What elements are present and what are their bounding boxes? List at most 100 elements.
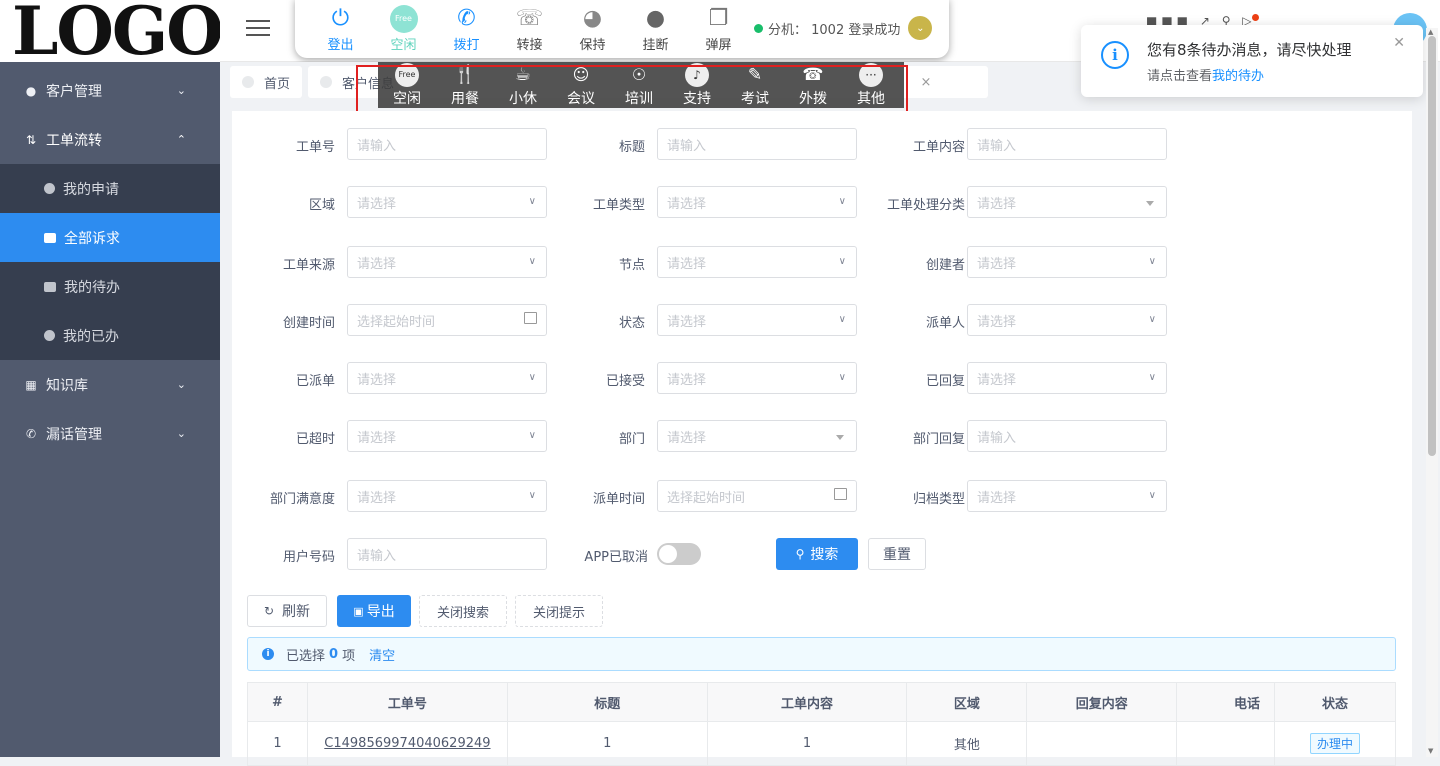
selection-prefix: 已选择 xyxy=(286,648,326,664)
collapse-icon[interactable]: ⌄ xyxy=(908,16,933,40)
caret-down-icon xyxy=(1146,201,1154,206)
status-select[interactable]: 请选择 ∨ xyxy=(657,304,857,336)
close-icon[interactable]: ✕ xyxy=(1393,35,1405,51)
chevron-down-icon: ∨ xyxy=(1148,490,1156,501)
placeholder: 请输入 xyxy=(977,138,1017,154)
menu-customer[interactable]: ● 客户管理 ⌄ xyxy=(0,66,220,115)
cell-ticket-id[interactable]: C1498569974040629249 xyxy=(306,721,508,766)
create-time-select[interactable]: 选择起始时间 xyxy=(347,304,547,336)
tab-close-icon[interactable]: × xyxy=(910,66,942,98)
dispatched-select[interactable]: 请选择 ∨ xyxy=(347,362,547,394)
scroll-thumb[interactable] xyxy=(1428,36,1436,456)
headset-icon: ◕ xyxy=(582,6,603,31)
accepted-select[interactable]: 请选择 ∨ xyxy=(657,362,857,394)
cti-hold-button[interactable]: ◕ 保持 xyxy=(561,4,624,53)
cti-label: 拨打 xyxy=(453,37,480,53)
menu-knowledge[interactable]: ▦ 知识库 ⌄ xyxy=(0,360,220,409)
menu-missed-calls[interactable]: ✆ 漏话管理 ⌄ xyxy=(0,409,220,458)
col-ticket-id[interactable]: 工单号 xyxy=(306,682,508,722)
col-title[interactable]: 标题 xyxy=(506,682,708,722)
cell-index: 1 xyxy=(247,721,308,766)
source-select[interactable]: 请选择 ∨ xyxy=(347,246,547,278)
calendar-icon xyxy=(834,488,847,500)
info-icon: i xyxy=(262,648,274,660)
reset-button[interactable]: 重置 xyxy=(868,538,926,570)
chevron-down-icon: ∨ xyxy=(528,372,536,383)
cti-label: 登出 xyxy=(327,37,354,53)
accepted-label: 已接受 xyxy=(605,374,645,389)
cell-status: 办理中 xyxy=(1274,721,1396,766)
check-circle-icon xyxy=(44,330,55,341)
close-tip-button[interactable]: 关闭提示 xyxy=(515,595,603,627)
replied-select[interactable]: 请选择 ∨ xyxy=(967,362,1167,394)
hamburger-menu-icon[interactable] xyxy=(246,20,270,38)
col-content[interactable]: 工单内容 xyxy=(706,682,908,722)
menu-workflow[interactable]: ⇅ 工单流转 ⌃ xyxy=(0,115,220,164)
user-phone-input[interactable]: 请输入 xyxy=(347,538,547,570)
ticket-id-input[interactable]: 请输入 xyxy=(347,128,547,160)
ticket-type-select[interactable]: 请选择 ∨ xyxy=(657,186,857,218)
table-row[interactable]: 1 C1498569974040629249 1 1 其他 办理中 xyxy=(247,721,1396,766)
notification-link[interactable]: 我的待办 xyxy=(1212,69,1264,84)
submenu-my-request[interactable]: 我的申请 xyxy=(0,164,220,213)
search-button-label: 搜索 xyxy=(810,547,839,563)
placeholder: 请选择 xyxy=(667,430,707,446)
placeholder: 请选择 xyxy=(667,256,707,272)
node-label: 节点 xyxy=(618,258,645,273)
cti-popup-button[interactable]: ❐ 弹屏 xyxy=(687,4,750,53)
submenu-all-appeals[interactable]: 全部诉求 xyxy=(0,213,220,262)
hangup-icon: ● xyxy=(645,6,666,31)
dept-satisfaction-select[interactable]: 请选择 ∨ xyxy=(347,480,547,512)
col-phone[interactable]: 电话 xyxy=(1176,682,1276,722)
export-button[interactable]: ▣ 导出 xyxy=(337,595,411,627)
status-badge: 办理中 xyxy=(1310,733,1361,754)
creator-select[interactable]: 请选择 ∨ xyxy=(967,246,1167,278)
handle-category-select[interactable]: 请选择 xyxy=(967,186,1167,218)
dispatcher-select[interactable]: 请选择 ∨ xyxy=(967,304,1167,336)
tab-home[interactable]: 首页 xyxy=(230,66,303,98)
cti-hangup-button[interactable]: ● 挂断 xyxy=(624,4,687,53)
close-search-button[interactable]: 关闭搜索 xyxy=(419,595,507,627)
cti-transfer-button[interactable]: ☏ 转接 xyxy=(498,4,561,53)
refresh-button[interactable]: ↻ 刷新 xyxy=(247,595,327,627)
submenu-my-todo[interactable]: 我的待办 xyxy=(0,262,220,311)
col-reply[interactable]: 回复内容 xyxy=(1026,682,1178,722)
cti-logout-button[interactable]: ⏻ 登出 xyxy=(309,4,372,53)
cti-idle-button[interactable]: Free 空闲 xyxy=(372,4,435,53)
department-select[interactable]: 请选择 xyxy=(657,420,857,452)
scrollbar[interactable]: ▲ ▼ xyxy=(1426,28,1438,757)
placeholder: 请选择 xyxy=(977,490,1017,506)
title-input[interactable]: 请输入 xyxy=(657,128,857,160)
cti-label: 转接 xyxy=(516,37,543,53)
col-status[interactable]: 状态 xyxy=(1274,682,1396,722)
area-select[interactable]: 请选择 ∨ xyxy=(347,186,547,218)
placeholder: 选择起始时间 xyxy=(667,490,746,506)
refresh-label: 刷新 xyxy=(282,604,311,620)
col-area[interactable]: 区域 xyxy=(906,682,1028,722)
archive-type-select[interactable]: 请选择 ∨ xyxy=(967,480,1167,512)
chevron-down-icon: ∨ xyxy=(838,256,846,267)
scroll-up-icon[interactable]: ▲ xyxy=(1428,28,1433,36)
ticket-id-link[interactable]: C1498569974040629249 xyxy=(324,736,490,751)
chevron-down-icon: ∨ xyxy=(528,196,536,207)
placeholder: 请选择 xyxy=(357,430,397,446)
node-select[interactable]: 请选择 ∨ xyxy=(657,246,857,278)
dispatch-time-select[interactable]: 选择起始时间 xyxy=(657,480,857,512)
content-input[interactable]: 请输入 xyxy=(967,128,1167,160)
submenu-my-done[interactable]: 我的已办 xyxy=(0,311,220,360)
chevron-down-icon: ∨ xyxy=(838,196,846,207)
chevron-down-icon: ⌄ xyxy=(176,427,186,440)
dept-reply-input[interactable]: 请输入 xyxy=(967,420,1167,452)
cti-dial-button[interactable]: ✆ 拨打 xyxy=(435,4,498,53)
clear-selection-link[interactable]: 清空 xyxy=(369,645,395,664)
online-dot-icon xyxy=(754,23,763,33)
placeholder: 请输入 xyxy=(977,430,1017,446)
chevron-down-icon: ∨ xyxy=(528,490,536,501)
timeout-select[interactable]: 请选择 ∨ xyxy=(347,420,547,452)
app-cancel-toggle[interactable] xyxy=(657,543,701,565)
scroll-down-icon[interactable]: ▼ xyxy=(1428,747,1433,755)
search-button[interactable]: ⚲ 搜索 xyxy=(776,538,858,570)
cell-phone xyxy=(1176,721,1276,766)
cti-label: 空闲 xyxy=(390,37,417,53)
create-time-label: 创建时间 xyxy=(282,316,335,331)
